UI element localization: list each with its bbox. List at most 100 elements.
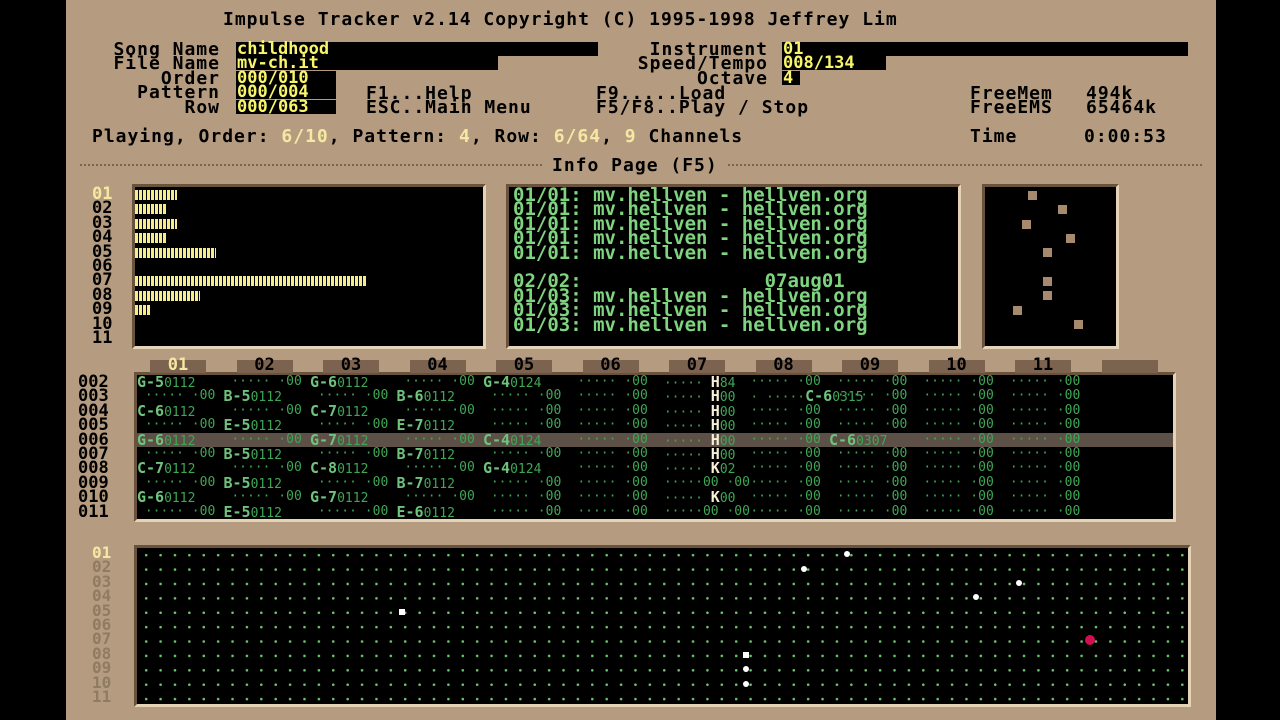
pattern-cell[interactable]: ····· ·00 xyxy=(743,475,820,490)
time-label: Time xyxy=(970,126,1018,147)
note-marker xyxy=(1085,635,1095,645)
page-title: Info Page (F5) xyxy=(544,157,726,175)
pattern-cell[interactable]: ····· ·00 xyxy=(570,403,647,418)
vu-bar xyxy=(135,276,367,287)
pattern-cell[interactable]: ····· ·00 xyxy=(743,417,820,432)
note-dot xyxy=(1058,205,1067,214)
pattern-cell[interactable]: ····· ·00 xyxy=(570,375,647,389)
pattern-cell[interactable]: ····· ·00 xyxy=(916,417,993,432)
pattern-cell[interactable]: ····· ·00 xyxy=(570,489,647,504)
pattern-cell[interactable]: ····· ·00 xyxy=(743,460,820,475)
pattern-row-number: 011 xyxy=(78,501,109,522)
sample-line: 01/01: mv.hellven - hellven.org xyxy=(513,241,868,264)
pattern-cell[interactable]: ····· ·00 xyxy=(570,475,647,490)
channel-header[interactable]: 01 xyxy=(150,357,206,374)
channel-header[interactable]: 11 xyxy=(1015,357,1071,374)
pattern-view[interactable]: G-50112 ····· ·00 G-60112 ····· ·00 G-4012… xyxy=(134,372,1176,522)
note-dot xyxy=(1043,277,1052,286)
pattern-cell[interactable]: E-60112 xyxy=(397,504,455,519)
pattern-cell[interactable]: ····· ·00 xyxy=(1002,504,1080,519)
note-dot xyxy=(1043,291,1052,300)
pattern-cell[interactable]: ····· ·00 xyxy=(1002,403,1080,418)
pattern-cell[interactable]: ····· ·00 xyxy=(916,388,993,403)
pattern-cell[interactable]: E-50112 xyxy=(224,504,282,519)
note-marker xyxy=(844,551,850,557)
pattern-cell[interactable]: ····· ·00 xyxy=(570,446,647,461)
vu-bar xyxy=(135,190,177,200)
channel-header[interactable]: 03 xyxy=(323,357,379,374)
note-marker xyxy=(801,566,807,572)
vu-bar xyxy=(135,247,216,258)
pattern-cell[interactable]: ····· ·00 xyxy=(829,460,907,475)
pattern-cell[interactable]: ····· ·00 xyxy=(1002,375,1080,389)
pattern-cell[interactable]: ····· ·00 xyxy=(829,375,907,389)
pattern-cell[interactable]: ····· ·00 xyxy=(483,475,561,490)
octave-field[interactable]: 4 xyxy=(782,70,800,87)
pattern-cell[interactable]: ····· ·00 xyxy=(743,432,820,447)
channel-header[interactable]: 10 xyxy=(929,357,985,374)
pattern-cell[interactable]: ····· ·00 xyxy=(916,489,993,504)
note-dot xyxy=(1074,320,1083,329)
note-marker xyxy=(973,594,979,600)
help-esc[interactable]: ESC..Main Menu xyxy=(366,99,532,117)
pattern-cell[interactable]: ····· ·00 xyxy=(743,504,820,519)
pattern-cell[interactable]: ····· ·00 xyxy=(137,504,215,519)
time-value: 0:00:53 xyxy=(1084,126,1167,147)
pattern-cell[interactable]: ·····00 ·00 xyxy=(656,475,750,490)
channel-header[interactable]: 08 xyxy=(756,357,812,374)
row-field[interactable]: 000/063 xyxy=(236,99,336,116)
vu-bar xyxy=(135,233,167,244)
channel-header[interactable]: 02 xyxy=(237,357,293,374)
channel-header[interactable]: 04 xyxy=(410,357,466,374)
active-notes-panel xyxy=(982,184,1119,349)
pattern-cell[interactable]: ····· ·00 xyxy=(570,460,647,475)
pattern-cell[interactable]: ····· ·00 xyxy=(1002,432,1080,447)
pattern-cell[interactable]: ····· ·00 xyxy=(829,504,907,519)
pattern-cell[interactable]: ····· ·00 xyxy=(743,403,820,418)
pattern-cell[interactable]: ····· ·00 xyxy=(570,417,647,432)
pattern-cell[interactable]: ····· ·00 xyxy=(570,432,647,447)
vu-meter-panel xyxy=(132,184,486,349)
channel-header[interactable]: 07 xyxy=(669,357,725,374)
pattern-cell[interactable]: ·····00 ·00 xyxy=(656,504,750,519)
channel-header-bg xyxy=(1101,360,1158,373)
pattern-cell[interactable]: ····· ·00 xyxy=(570,504,647,519)
pattern-cell[interactable]: ····· ·00 xyxy=(916,460,993,475)
pattern-cell[interactable]: ····· ·00 xyxy=(916,475,993,490)
status-channels: 9 xyxy=(624,126,637,147)
pattern-cell[interactable]: ····· ·00 xyxy=(483,388,561,403)
pattern-cell[interactable]: ····· ·00 xyxy=(829,446,907,461)
pattern-cell[interactable]: ····· ·00 xyxy=(1002,446,1080,461)
pattern-cell[interactable]: ····· ·00 xyxy=(829,489,907,504)
pattern-cell[interactable]: ····· ·00 xyxy=(483,489,561,504)
channel-header[interactable]: 09 xyxy=(842,357,898,374)
pattern-cell[interactable]: ····· ·00 xyxy=(829,475,907,490)
pattern-cell[interactable]: ····· ·00 xyxy=(829,403,907,418)
pattern-cell[interactable]: ····· ·00 xyxy=(916,504,993,519)
pattern-cell[interactable]: ····· ·00 xyxy=(829,388,907,403)
note-dot xyxy=(1013,306,1022,315)
pattern-cell[interactable]: ····· ·00 xyxy=(310,504,388,519)
pattern-cell[interactable]: ····· ·00 xyxy=(1002,475,1080,490)
pattern-cell[interactable]: ····· ·00 xyxy=(1002,460,1080,475)
speed-tempo-field[interactable]: 008/134 xyxy=(782,55,886,72)
channel-header[interactable]: 05 xyxy=(496,357,552,374)
pattern-cell[interactable]: ····· ·00 xyxy=(743,489,820,504)
pattern-cell[interactable]: ····· ·00 xyxy=(1002,388,1080,403)
pattern-cell[interactable]: ····· ·00 xyxy=(483,504,561,519)
pattern-cell[interactable]: ····· ·00 xyxy=(743,446,820,461)
pattern-cell[interactable]: ····· ·00 xyxy=(1002,489,1080,504)
channel-header[interactable]: 06 xyxy=(583,357,639,374)
pattern-cell[interactable]: ····· ·00 xyxy=(916,446,993,461)
vu-bar xyxy=(135,218,177,229)
pattern-cell[interactable]: ····· ·00 xyxy=(570,388,647,403)
pattern-cell[interactable]: ····· ·00 xyxy=(483,403,561,418)
octave-label: Octave xyxy=(696,68,768,89)
vu-bar xyxy=(135,305,151,316)
pattern-cell[interactable]: ····· ·00 xyxy=(916,403,993,418)
pattern-cell[interactable]: ····· ·00 xyxy=(1002,417,1080,432)
app-title: Impulse Tracker v2.14 Copyright (C) 1995… xyxy=(223,9,898,30)
pattern-cell[interactable]: ····· ·00 xyxy=(916,432,993,447)
help-f5f8[interactable]: F5/F8..Play / Stop xyxy=(596,99,809,117)
pattern-cell[interactable]: ····· ·00 xyxy=(916,375,993,389)
